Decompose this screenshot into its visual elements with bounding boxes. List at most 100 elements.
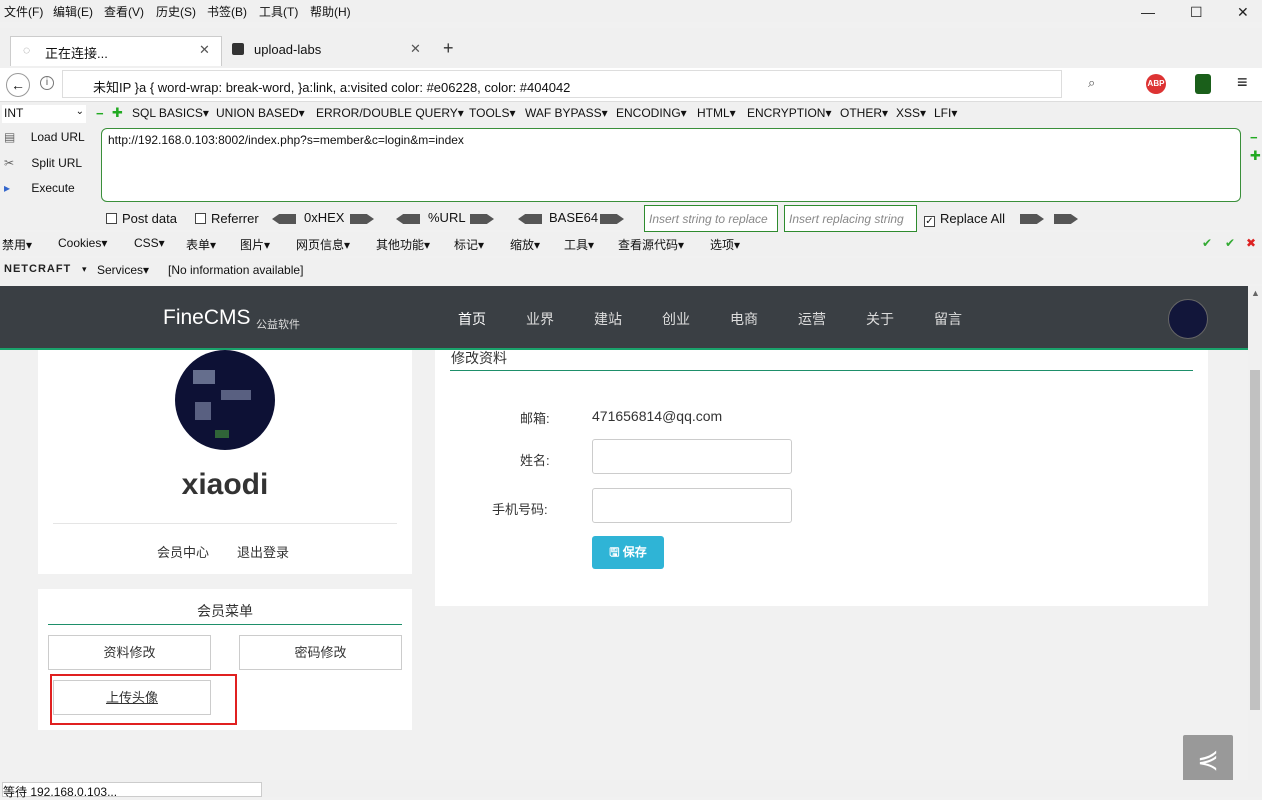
options-menu[interactable]: 选项▾ — [710, 236, 740, 253]
check-icon[interactable]: ✔ — [1225, 236, 1235, 250]
menu-history[interactable]: 历史(S) — [156, 3, 196, 20]
adblock-icon[interactable]: ABP — [1146, 74, 1166, 94]
menu-edit[interactable]: 编辑(E) — [53, 3, 93, 20]
new-tab-icon[interactable]: + — [443, 38, 454, 59]
execute-button[interactable]: ▸ Execute — [4, 181, 75, 195]
member-center-link[interactable]: 会员中心 — [157, 542, 209, 561]
tools-menu[interactable]: 工具▾ — [564, 236, 594, 253]
tab-upload-labs[interactable]: upload-labs ✕ — [222, 36, 432, 66]
close-tab-icon[interactable]: ✕ — [410, 41, 421, 57]
member-menu-title: 会员菜单 — [197, 603, 253, 619]
search-icon[interactable]: ⌕ — [1088, 75, 1095, 91]
replace-all-checkbox[interactable]: ✓ Replace All — [924, 211, 1005, 227]
menu-sql-basics[interactable]: SQL BASICS▾ — [132, 106, 209, 120]
address-bar[interactable]: 未知IP }a { word-wrap: break-word, }a:link… — [62, 70, 1062, 98]
checkbox-box[interactable] — [195, 213, 206, 224]
shield-icon[interactable] — [1195, 74, 1211, 94]
insert-placeholder: Insert string to replace — [649, 212, 768, 226]
view-source-menu[interactable]: 查看源代码▾ — [618, 236, 684, 253]
nav-home[interactable]: 首页 — [458, 309, 486, 329]
menu-bookmarks[interactable]: 书签(B) — [207, 3, 247, 20]
minimize-icon[interactable]: — — [1141, 4, 1155, 20]
nav-build[interactable]: 建站 — [594, 309, 622, 329]
disable-menu[interactable]: 禁用▾ — [2, 236, 32, 253]
hamburger-menu-icon[interactable]: ≡ — [1237, 72, 1248, 93]
shrink-icon[interactable]: − — [1250, 130, 1258, 145]
nav-about[interactable]: 关于 — [866, 309, 894, 329]
menu-view[interactable]: 查看(V) — [104, 3, 144, 20]
email-value: 471656814@qq.com — [592, 408, 723, 424]
menu-tools[interactable]: TOOLS▾ — [469, 106, 515, 120]
share-button[interactable]: ⋞ — [1183, 735, 1233, 780]
insert-string-input[interactable]: Insert string to replace — [644, 205, 778, 232]
replacing-string-input[interactable]: Insert replacing string — [784, 205, 917, 232]
close-tab-icon[interactable]: ✕ — [199, 42, 210, 58]
nav-operations[interactable]: 运营 — [798, 309, 826, 329]
nav-industry[interactable]: 业界 — [526, 309, 554, 329]
phone-input[interactable] — [592, 488, 792, 523]
increase-icon[interactable]: ✚ — [112, 105, 123, 121]
referrer-checkbox[interactable]: Referrer — [195, 211, 259, 226]
check-icon[interactable]: ✔ — [1202, 236, 1212, 250]
menu-other[interactable]: OTHER▾ — [840, 106, 888, 120]
back-button[interactable]: ← — [6, 73, 30, 97]
injection-type-select[interactable]: INT ⌄ — [2, 105, 86, 123]
checkbox-box[interactable] — [106, 213, 117, 224]
hex-label: 0xHEX — [304, 210, 345, 225]
scroll-thumb[interactable] — [1250, 370, 1260, 710]
menu-error-double-query[interactable]: ERROR/DOUBLE QUERY▾ — [316, 106, 464, 120]
forms-menu[interactable]: 表单▾ — [186, 236, 216, 253]
password-edit-button[interactable]: 密码修改 — [239, 635, 402, 670]
css-menu[interactable]: CSS▾ — [134, 236, 165, 250]
page-info-menu[interactable]: 网页信息▾ — [296, 236, 350, 253]
scroll-up-icon[interactable]: ▲ — [1251, 288, 1260, 298]
images-menu[interactable]: 图片▾ — [240, 236, 270, 253]
chevron-down-icon[interactable]: ▾ — [82, 264, 87, 275]
services-menu[interactable]: Services▾ — [97, 263, 149, 277]
menu-xss[interactable]: XSS▾ — [896, 106, 926, 120]
load-url-button[interactable]: ▤ Load URL — [4, 130, 85, 144]
menu-waf-bypass[interactable]: WAF BYPASS▾ — [525, 106, 608, 120]
resize-menu[interactable]: 缩放▾ — [510, 236, 540, 253]
nav-ecommerce[interactable]: 电商 — [730, 309, 758, 329]
menu-union-based[interactable]: UNION BASED▾ — [216, 106, 305, 120]
nav-message[interactable]: 留言 — [934, 309, 962, 329]
checkbox-checked[interactable]: ✓ — [924, 216, 935, 227]
tab-label: upload-labs — [254, 42, 322, 57]
misc-menu[interactable]: 其他功能▾ — [376, 236, 430, 253]
maximize-icon[interactable]: ☐ — [1190, 4, 1203, 21]
site-logo[interactable]: FineCMS — [163, 306, 251, 330]
menu-encryption[interactable]: ENCRYPTION▾ — [747, 106, 831, 120]
outline-menu[interactable]: 标记▾ — [454, 236, 484, 253]
menu-lfi[interactable]: LFI▾ — [934, 106, 957, 120]
select-value: INT — [4, 106, 24, 120]
url-value[interactable]: http://192.168.0.103:8002/index.php?s=me… — [108, 133, 464, 147]
close-window-icon[interactable]: ✕ — [1237, 4, 1249, 21]
expand-icon[interactable]: ✚ — [1250, 148, 1261, 164]
menu-file[interactable]: 文件(F) — [4, 3, 43, 20]
split-url-button[interactable]: ✂ Split URL — [4, 156, 82, 170]
menu-encoding[interactable]: ENCODING▾ — [616, 106, 687, 120]
status-bar: 等待 192.168.0.103... — [0, 780, 1262, 799]
address-text[interactable]: 未知IP }a { word-wrap: break-word, }a:link… — [93, 77, 570, 96]
profile-edit-button[interactable]: 资料修改 — [48, 635, 211, 670]
decrease-icon[interactable]: − — [96, 106, 104, 121]
scrollbar[interactable]: ▲ — [1248, 286, 1262, 780]
netcraft-info: [No information available] — [168, 263, 304, 277]
nav-startup[interactable]: 创业 — [662, 309, 690, 329]
info-icon[interactable]: i — [40, 76, 54, 90]
menu-help[interactable]: 帮助(H) — [310, 3, 351, 20]
cookies-menu[interactable]: Cookies▾ — [58, 236, 107, 250]
error-icon[interactable]: ✖ — [1246, 236, 1256, 250]
upload-avatar-button[interactable]: 上传头像 — [53, 680, 211, 715]
url-textarea[interactable]: http://192.168.0.103:8002/index.php?s=me… — [101, 128, 1241, 202]
logout-link[interactable]: 退出登录 — [237, 542, 289, 561]
menu-html[interactable]: HTML▾ — [697, 106, 736, 120]
post-data-checkbox[interactable]: Post data — [106, 211, 177, 226]
netcraft-logo[interactable]: NETCRAFT — [4, 263, 71, 275]
header-avatar[interactable] — [1168, 299, 1208, 339]
menu-tools[interactable]: 工具(T) — [259, 3, 298, 20]
save-button[interactable]: 🖫 保存 — [592, 536, 664, 569]
tab-connecting[interactable]: ◌ 正在连接... ✕ — [10, 36, 222, 66]
name-input[interactable] — [592, 439, 792, 474]
